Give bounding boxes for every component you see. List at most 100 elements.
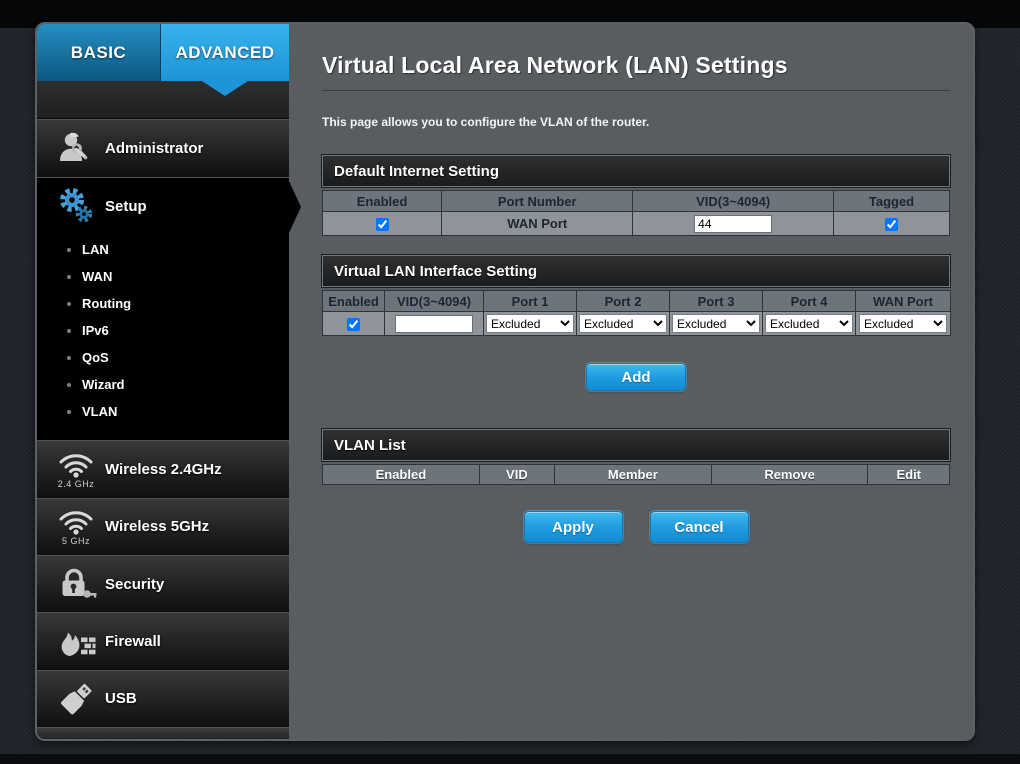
submenu-item-vlan[interactable]: VLAN bbox=[67, 398, 289, 425]
bullet-icon bbox=[67, 248, 71, 252]
col-header-vid: VID(3~4094) bbox=[633, 191, 834, 212]
col-header-enabled: Enabled bbox=[323, 465, 480, 485]
sidebar-item-label: Security bbox=[105, 576, 164, 593]
sidebar-item-wireless-24ghz[interactable]: 2.4 GHz Wireless 2.4GHz bbox=[37, 440, 289, 497]
sidebar-footer bbox=[37, 727, 289, 739]
wan-port-cell: Excluded bbox=[856, 312, 951, 336]
col-header-port4: Port 4 bbox=[763, 291, 856, 312]
add-button-row: Add bbox=[322, 363, 950, 391]
tab-advanced-label: ADVANCED bbox=[175, 43, 274, 63]
sidebar-item-label: Setup bbox=[105, 198, 147, 215]
vlan-interface-table: Enabled VID(3~4094) Port 1 Port 2 Port 3… bbox=[322, 290, 951, 336]
port3-cell: Excluded bbox=[670, 312, 763, 336]
port2-select[interactable]: Excluded bbox=[579, 314, 667, 333]
submenu-label: QoS bbox=[82, 344, 109, 371]
port-number-cell: WAN Port bbox=[442, 212, 633, 236]
port1-select[interactable]: Excluded bbox=[486, 314, 574, 333]
col-header-member: Member bbox=[554, 465, 711, 485]
vid-cell bbox=[633, 212, 834, 236]
active-tab-notch bbox=[202, 81, 248, 96]
table-header-row: Enabled VID Member Remove Edit bbox=[323, 465, 950, 485]
apply-button[interactable]: Apply bbox=[524, 511, 623, 543]
port1-cell: Excluded bbox=[484, 312, 577, 336]
bullet-icon bbox=[67, 410, 71, 414]
col-header-edit: Edit bbox=[868, 465, 950, 485]
col-header-wan-port: WAN Port bbox=[856, 291, 951, 312]
setup-submenu: LAN WAN Routing IPv6 QoS Wizard VLAN bbox=[37, 234, 289, 441]
title-divider bbox=[322, 90, 950, 91]
sidebar-item-firewall[interactable]: Firewall bbox=[37, 612, 289, 669]
port2-cell: Excluded bbox=[577, 312, 670, 336]
submenu-item-lan[interactable]: LAN bbox=[67, 236, 289, 263]
submenu-label: IPv6 bbox=[82, 317, 109, 344]
default-internet-table: Enabled Port Number VID(3~4094) Tagged W… bbox=[322, 190, 950, 236]
admin-icon bbox=[47, 130, 105, 168]
vlan-interface-section-title: Virtual LAN Interface Setting bbox=[322, 255, 950, 287]
sidebar: BASIC ADVANCED Adm bbox=[37, 24, 289, 739]
wan-port-select[interactable]: Excluded bbox=[859, 314, 947, 333]
sidebar-item-security[interactable]: Security bbox=[37, 555, 289, 612]
sidebar-item-setup[interactable]: Setup bbox=[37, 178, 289, 234]
col-header-port2: Port 2 bbox=[577, 291, 670, 312]
tab-bar: BASIC ADVANCED bbox=[37, 24, 289, 81]
sidebar-item-label: Administrator bbox=[105, 140, 203, 157]
submenu-label: Routing bbox=[82, 290, 131, 317]
sidebar-item-usb[interactable]: USB bbox=[37, 670, 289, 727]
table-header-row: Enabled VID(3~4094) Port 1 Port 2 Port 3… bbox=[323, 291, 951, 312]
internet-vid-input[interactable] bbox=[694, 215, 772, 233]
internet-enabled-checkbox[interactable] bbox=[376, 218, 389, 231]
tagged-cell bbox=[833, 212, 949, 236]
wifi-band-caption: 5 GHz bbox=[62, 536, 90, 546]
internet-tagged-checkbox[interactable] bbox=[885, 218, 898, 231]
vlan-list-table: Enabled VID Member Remove Edit bbox=[322, 464, 950, 485]
add-button[interactable]: Add bbox=[586, 363, 686, 391]
sidebar-section-setup: Setup LAN WAN Routing IPv6 QoS Wizard VL… bbox=[37, 177, 289, 440]
port4-select[interactable]: Excluded bbox=[765, 314, 853, 333]
vlan-enabled-checkbox[interactable] bbox=[347, 318, 360, 331]
col-header-vid: VID bbox=[479, 465, 554, 485]
tab-advanced[interactable]: ADVANCED bbox=[161, 24, 289, 81]
active-section-arrow bbox=[288, 179, 301, 235]
col-header-port-number: Port Number bbox=[442, 191, 633, 212]
submenu-item-wizard[interactable]: Wizard bbox=[67, 371, 289, 398]
port3-select[interactable]: Excluded bbox=[672, 314, 760, 333]
vlan-list-section-title: VLAN List bbox=[322, 429, 950, 461]
wifi-icon: 5 GHz bbox=[47, 507, 105, 546]
submenu-label: WAN bbox=[82, 263, 112, 290]
bullet-icon bbox=[67, 275, 71, 279]
submenu-label: Wizard bbox=[82, 371, 125, 398]
bottom-black-bar bbox=[0, 754, 1020, 764]
bullet-icon bbox=[67, 329, 71, 333]
vlan-list-section: VLAN List Enabled VID Member Remove Edit bbox=[322, 429, 950, 485]
page-description: This page allows you to configure the VL… bbox=[322, 115, 948, 129]
sidebar-item-administrator[interactable]: Administrator bbox=[37, 119, 289, 177]
col-header-port3: Port 3 bbox=[670, 291, 763, 312]
bullet-icon bbox=[67, 356, 71, 360]
wifi-band-caption: 2.4 GHz bbox=[58, 479, 95, 489]
submenu-label: LAN bbox=[82, 236, 109, 263]
tab-basic[interactable]: BASIC bbox=[37, 24, 161, 81]
col-header-remove: Remove bbox=[711, 465, 868, 485]
submenu-item-qos[interactable]: QoS bbox=[67, 344, 289, 371]
col-header-vid: VID(3~4094) bbox=[385, 291, 484, 312]
bullet-icon bbox=[67, 302, 71, 306]
gears-icon bbox=[47, 186, 105, 226]
cancel-button[interactable]: Cancel bbox=[650, 511, 749, 543]
enabled-cell bbox=[323, 212, 442, 236]
submenu-item-routing[interactable]: Routing bbox=[67, 290, 289, 317]
vlan-vid-input[interactable] bbox=[395, 315, 473, 333]
sidebar-item-wireless-5ghz[interactable]: 5 GHz Wireless 5GHz bbox=[37, 498, 289, 555]
sidebar-item-label: Firewall bbox=[105, 633, 161, 650]
sidebar-item-label: Wireless 2.4GHz bbox=[105, 461, 222, 478]
col-header-enabled: Enabled bbox=[323, 191, 442, 212]
usb-icon bbox=[47, 680, 105, 718]
table-header-row: Enabled Port Number VID(3~4094) Tagged bbox=[323, 191, 950, 212]
default-internet-section: Default Internet Setting Enabled Port Nu… bbox=[322, 155, 950, 236]
default-internet-section-title: Default Internet Setting bbox=[322, 155, 950, 187]
submenu-item-ipv6[interactable]: IPv6 bbox=[67, 317, 289, 344]
bullet-icon bbox=[67, 383, 71, 387]
enabled-cell bbox=[323, 312, 385, 336]
submenu-item-wan[interactable]: WAN bbox=[67, 263, 289, 290]
lock-key-icon bbox=[47, 566, 105, 602]
wifi-icon: 2.4 GHz bbox=[47, 450, 105, 489]
